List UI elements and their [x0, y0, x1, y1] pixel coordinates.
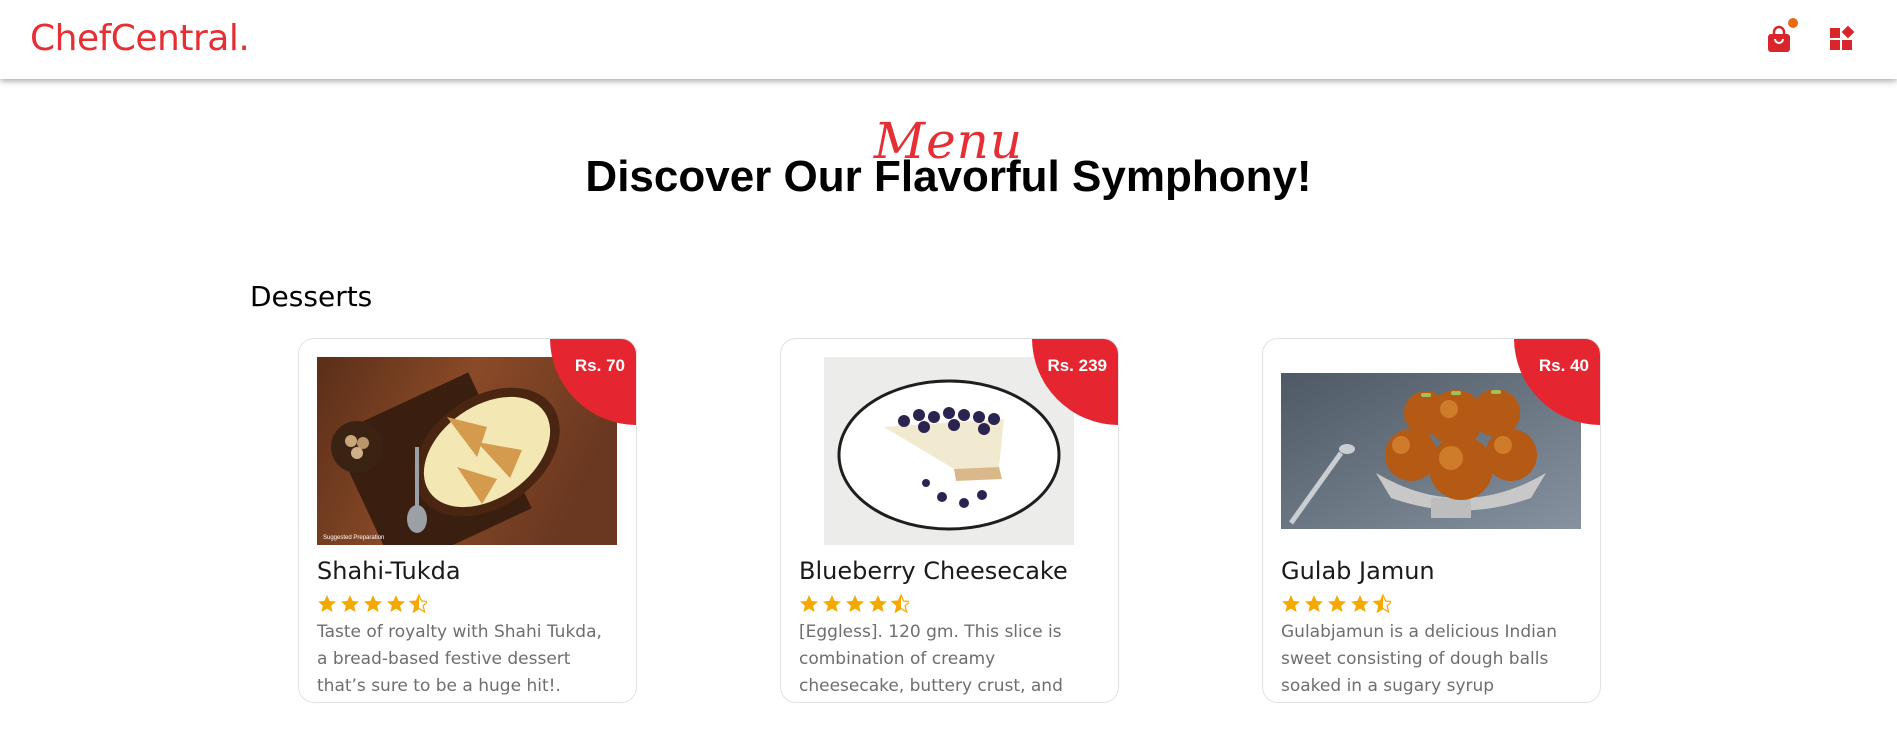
dish-name: Shahi-Tukda [317, 557, 461, 585]
menu-card-blueberry-cheesecake[interactable]: Rs. 239 Blueberry Cheesecake [Eggless]. … [780, 338, 1119, 703]
top-navbar: ChefCentral. [0, 0, 1897, 79]
price-label: Rs. 239 [1047, 356, 1107, 375]
dish-name: Blueberry Cheesecake [799, 557, 1068, 585]
dish-description: Taste of royalty with Shahi Tukda, a bre… [317, 622, 602, 696]
brand-logo[interactable]: ChefCentral. [30, 18, 250, 59]
star-rating [318, 593, 427, 614]
price-label: Rs. 70 [574, 356, 625, 375]
shopping-bag-icon[interactable] [1764, 24, 1794, 54]
widgets-icon[interactable] [1827, 24, 1857, 54]
star-rating [800, 593, 909, 614]
photo-caption: Suggested Preparation [323, 535, 384, 541]
menu-card-shahi-tukda[interactable]: Suggested Preparation Rs. 70 Shahi-Tukda… [298, 338, 637, 703]
cart-notification-dot [1788, 18, 1798, 28]
section-title-desserts: Desserts [250, 280, 373, 313]
dish-description: Gulabjamun is a delicious Indian sweet c… [1281, 622, 1558, 696]
menu-card-gulab-jamun[interactable]: Rs. 40 Gulab Jamun Gulabjamun is a delic… [1262, 338, 1601, 703]
dish-description: [Eggless]. 120 gm. This slice is combina… [799, 622, 1063, 696]
page-title: Discover Our Flavorful Symphony! [585, 152, 1312, 201]
dish-name: Gulab Jamun [1281, 557, 1435, 585]
star-rating [1282, 593, 1391, 614]
price-label: Rs. 40 [1538, 356, 1589, 375]
